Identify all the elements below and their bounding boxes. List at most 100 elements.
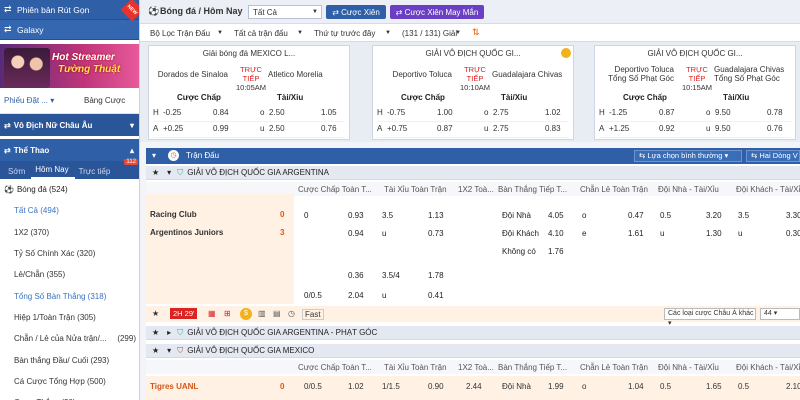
kickoff-time: 10:15AM bbox=[681, 83, 713, 92]
simple-version-link[interactable]: ⇄ Phiên bản Rút Gọn bbox=[0, 0, 139, 20]
featured-match-card[interactable]: Giải bóng đá MEXICO L... Dorados de Sinal… bbox=[148, 45, 350, 140]
euro-women-section[interactable]: ⇄ Vô Địch Nữ Châu Âu ▾ bbox=[0, 114, 139, 136]
odds-line: 0 bbox=[304, 211, 309, 220]
sports-section[interactable]: ⇄ Thể Thao ▴ bbox=[0, 139, 139, 161]
odds-value[interactable]: 1.99 bbox=[548, 382, 564, 391]
odds-value[interactable]: 0.99 bbox=[213, 124, 229, 133]
sidebar-item[interactable]: Lẻ/Chẵn (355) bbox=[0, 264, 139, 285]
sidebar-item[interactable]: Tổng Số Bàn Thắng (318) bbox=[0, 285, 139, 306]
column-header-row: Cược Chấp Toàn T... Tài Xỉu Toàn Trận 1X2 … bbox=[146, 360, 800, 374]
league-row-argentina-corners[interactable]: ★ ▸ ⛉ GIẢI VÔ ĐỊCH QUỐC GIA ARGENTINA - … bbox=[146, 326, 800, 340]
sidebar-item[interactable]: Hiệp 1/Toàn Trận (305) bbox=[0, 307, 139, 328]
odds-value[interactable]: 1.02 bbox=[348, 382, 364, 391]
tab-live[interactable]: Trực tiếp bbox=[75, 167, 117, 179]
odds-value[interactable]: 3.30 bbox=[786, 211, 800, 220]
sidebar-item[interactable]: Tỷ Số Chính Xác (320) bbox=[0, 243, 139, 264]
fast-button[interactable]: Fast bbox=[302, 309, 324, 320]
odds-value[interactable]: 4.05 bbox=[548, 211, 564, 220]
sport-football[interactable]: ⚽ Bóng đá (524) bbox=[0, 179, 139, 200]
football-icon: ⚽ bbox=[4, 185, 14, 195]
collapse-icon: ▾ bbox=[167, 346, 172, 355]
star-icon[interactable]: ★ bbox=[152, 168, 159, 177]
tab-today[interactable]: Hôm Nay bbox=[31, 165, 75, 179]
order-select[interactable]: Thứ tự trước đây ▼ bbox=[310, 26, 394, 40]
stats-icon[interactable]: ▦ bbox=[208, 309, 216, 318]
star-icon[interactable]: ★ bbox=[152, 309, 159, 318]
odds-value[interactable]: 0.30 bbox=[786, 229, 800, 238]
odds-value[interactable]: 0.73 bbox=[428, 229, 444, 238]
odds-value[interactable]: 0.84 bbox=[213, 108, 229, 117]
selection-mode-select[interactable]: ⇆ Lựa chọn bình thường ▾ bbox=[634, 150, 742, 162]
column-header: Đội Khách - Tài/Xỉu bbox=[736, 363, 800, 372]
odds-value[interactable]: 1.76 bbox=[548, 247, 564, 256]
odds-value[interactable]: 1.05 bbox=[321, 108, 337, 117]
odds-value[interactable]: 1.78 bbox=[428, 271, 444, 280]
odds-value[interactable]: 0.36 bbox=[348, 271, 364, 280]
bet-table-tab[interactable]: Bảng Cược bbox=[64, 96, 125, 105]
featured-match-card[interactable]: GIẢI VÔ ĐỊCH QUỐC GI... Deportivo Toluca G… bbox=[372, 45, 574, 140]
lucky-parlay-button[interactable]: ⇄ Cược Xiên May Mắn bbox=[390, 5, 484, 19]
bar-chart-icon[interactable]: ▤ bbox=[273, 309, 281, 318]
all-matches-select[interactable]: Tất cả trận đấu ▼ bbox=[230, 26, 306, 40]
odds-value[interactable]: 1.00 bbox=[437, 108, 453, 117]
chart-icon[interactable]: ▥ bbox=[258, 309, 266, 318]
scoreboard-icon[interactable]: ⊞ bbox=[224, 309, 231, 318]
odds-value[interactable]: 0.41 bbox=[428, 291, 444, 300]
league-name: GIẢI VÔ ĐỊCH QUỐC GI... bbox=[647, 49, 743, 58]
more-bets-select[interactable]: 44 ▾ bbox=[760, 308, 800, 320]
odds-value[interactable]: 0.94 bbox=[348, 229, 364, 238]
star-icon[interactable]: ★ bbox=[152, 328, 159, 337]
odds-value[interactable]: 0.76 bbox=[767, 124, 783, 133]
clock-icon[interactable]: ◷ bbox=[288, 309, 295, 318]
odds-value[interactable]: 2.10 bbox=[786, 382, 800, 391]
market-filter-select[interactable]: Tất Cả ▼ bbox=[248, 5, 322, 19]
odds-value[interactable]: 3.20 bbox=[706, 211, 722, 220]
sports-tabs: Sớm Hôm Nay Trực tiếp 112 bbox=[0, 159, 139, 179]
odds-value[interactable]: 0.83 bbox=[545, 124, 561, 133]
odds-value[interactable]: 1.04 bbox=[628, 382, 644, 391]
tab-early[interactable]: Sớm bbox=[4, 167, 31, 179]
coin-icon[interactable]: $ bbox=[240, 308, 252, 320]
odds-value[interactable]: 2.04 bbox=[348, 291, 364, 300]
odds-header: Cược Chấp Tài/Xỉu bbox=[149, 93, 349, 105]
odds-value[interactable]: 0.78 bbox=[767, 108, 783, 117]
odds-value[interactable]: 0.93 bbox=[348, 211, 364, 220]
other-bets-select[interactable]: Các loại cược Châu Á khác ▾ bbox=[664, 308, 756, 327]
odds-value[interactable]: 0.87 bbox=[659, 108, 675, 117]
odds-value[interactable]: 1.61 bbox=[628, 229, 644, 238]
odds-value[interactable]: 0.92 bbox=[659, 124, 675, 133]
league-name: GIẢI VÔ ĐỊCH QUỐC GI... bbox=[425, 49, 521, 58]
match-filter-select[interactable]: Bộ Lọc Trận Đấu ▼ bbox=[146, 26, 226, 40]
star-icon[interactable]: ★ bbox=[152, 346, 159, 355]
odds-value[interactable]: 0.87 bbox=[437, 124, 453, 133]
sidebar-item[interactable]: Cược Thắng (30) bbox=[0, 392, 139, 400]
odds-value[interactable]: 1.13 bbox=[428, 211, 444, 220]
odds-value[interactable]: 4.10 bbox=[548, 229, 564, 238]
sidebar-item[interactable]: Bàn thắng Đầu/ Cuối (293) bbox=[0, 349, 139, 370]
odds-row: H -0.25 0.84 o 2.50 1.05 bbox=[153, 108, 345, 122]
league-count-select[interactable]: (131 / 131) Giải ▼ bbox=[398, 26, 464, 40]
sidebar-item[interactable]: 1X2 (370) bbox=[0, 222, 139, 243]
odds-value[interactable]: 2.44 bbox=[466, 382, 482, 391]
sidebar-item[interactable]: Tất Cả (494) bbox=[0, 200, 139, 221]
hot-streamer-banner[interactable]: Hot Streamer Tường Thuật bbox=[0, 44, 139, 88]
galaxy-link[interactable]: ⇄ Galaxy bbox=[0, 20, 139, 40]
odds-value[interactable]: 1.65 bbox=[706, 382, 722, 391]
odds-value[interactable]: 0.90 bbox=[428, 382, 444, 391]
collapse-icon[interactable]: ▾ bbox=[152, 151, 156, 160]
page-title: Bóng đá / Hôm Nay bbox=[160, 6, 243, 16]
sidebar-item[interactable]: Cá Cược Tổng Hợp (500) bbox=[0, 371, 139, 392]
bet-slip-dropdown[interactable]: Phiếu Đặt ... ▾ bbox=[0, 96, 64, 105]
odds-value[interactable]: 1.30 bbox=[706, 229, 722, 238]
odds-value[interactable]: 1.02 bbox=[545, 108, 561, 117]
league-row-mexico[interactable]: ★ ▾ ⛉ GIẢI VÔ ĐỊCH QUỐC GIA MEXICO bbox=[146, 344, 800, 358]
view-mode-select[interactable]: ⇆ Hai Dòng V bbox=[746, 150, 800, 162]
featured-match-card[interactable]: GIẢI VÔ ĐỊCH QUỐC GI... Deportivo Toluca … bbox=[594, 45, 796, 140]
parlay-button[interactable]: ⇄ Cược Xiên bbox=[326, 5, 386, 19]
odds-value[interactable]: 0.76 bbox=[321, 124, 337, 133]
league-row-argentina[interactable]: ★ ▾ ⛉ GIẢI VÔ ĐỊCH QUỐC GIA ARGENTINA bbox=[146, 166, 800, 180]
odds-value[interactable]: 0.47 bbox=[628, 211, 644, 220]
odds-line: 0.5 bbox=[660, 382, 672, 391]
sort-icon[interactable]: ⇅ bbox=[472, 27, 480, 38]
sidebar-item[interactable]: Chẵn / Lẻ của Nửa trận/... (299) bbox=[0, 328, 139, 349]
